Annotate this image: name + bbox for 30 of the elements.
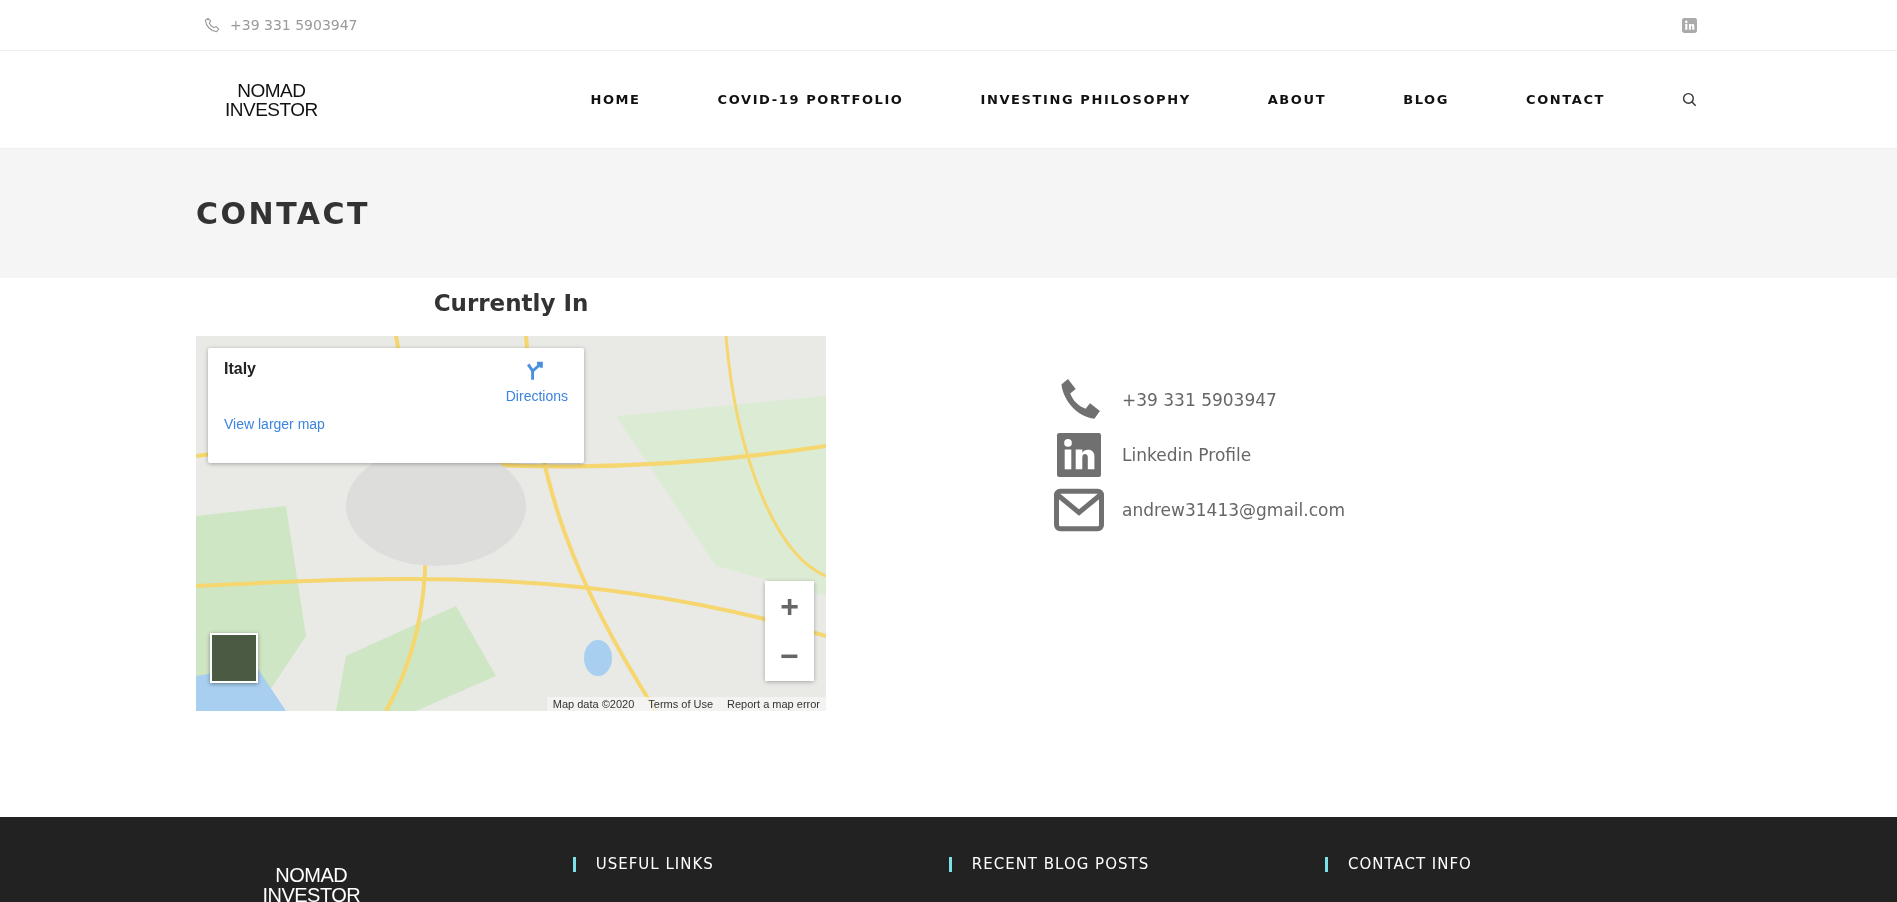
nav-link[interactable]: CONTACT — [1526, 92, 1605, 107]
zoom-out-button[interactable]: − — [765, 631, 814, 681]
footer-heading: USEFUL LINKS — [572, 857, 949, 872]
nav-link[interactable]: COVID-19 PORTFOLIO — [717, 92, 904, 107]
zoom-in-button[interactable]: + — [765, 581, 814, 631]
phone-icon — [204, 17, 220, 33]
nav-link[interactable]: BLOG — [1403, 92, 1449, 107]
place-name: Italy — [224, 360, 256, 379]
email-link[interactable]: andrew31413@gmail.com — [1122, 500, 1345, 520]
nav-link[interactable]: INVESTING PHILOSOPHY — [980, 92, 1191, 107]
nav-link[interactable]: ABOUT — [1267, 92, 1327, 107]
phone-number[interactable]: +39 331 5903947 — [1122, 390, 1277, 410]
linkedin-icon — [1054, 433, 1104, 477]
map-type-button[interactable] — [210, 633, 258, 683]
footer-logo[interactable]: NOMAD INVESTOR — [196, 865, 427, 902]
site-logo[interactable]: NOMAD INVESTOR — [225, 80, 318, 119]
attribution-link[interactable]: Report a map error — [727, 698, 820, 710]
footer-heading: RECENT BLOG POSTS — [948, 857, 1325, 872]
larger-map-link[interactable]: View larger map — [224, 416, 568, 432]
nav-link[interactable]: HOME — [590, 92, 641, 107]
profile-link[interactable]: Linkedin Profile — [1122, 445, 1252, 465]
attribution-link[interactable]: Map data ©2020 — [552, 698, 635, 710]
search-icon[interactable] — [1682, 92, 1697, 107]
email-icon — [1054, 488, 1104, 532]
phone-number: +39 331 5903947 — [230, 17, 358, 33]
footer-heading: CONTACT INFO — [1324, 857, 1701, 872]
page-title: CONTACT — [196, 196, 371, 231]
section-heading: Currently In — [433, 290, 589, 316]
attribution-link[interactable]: Terms of Use — [648, 698, 714, 710]
directions-link[interactable]: Directions — [505, 360, 568, 404]
